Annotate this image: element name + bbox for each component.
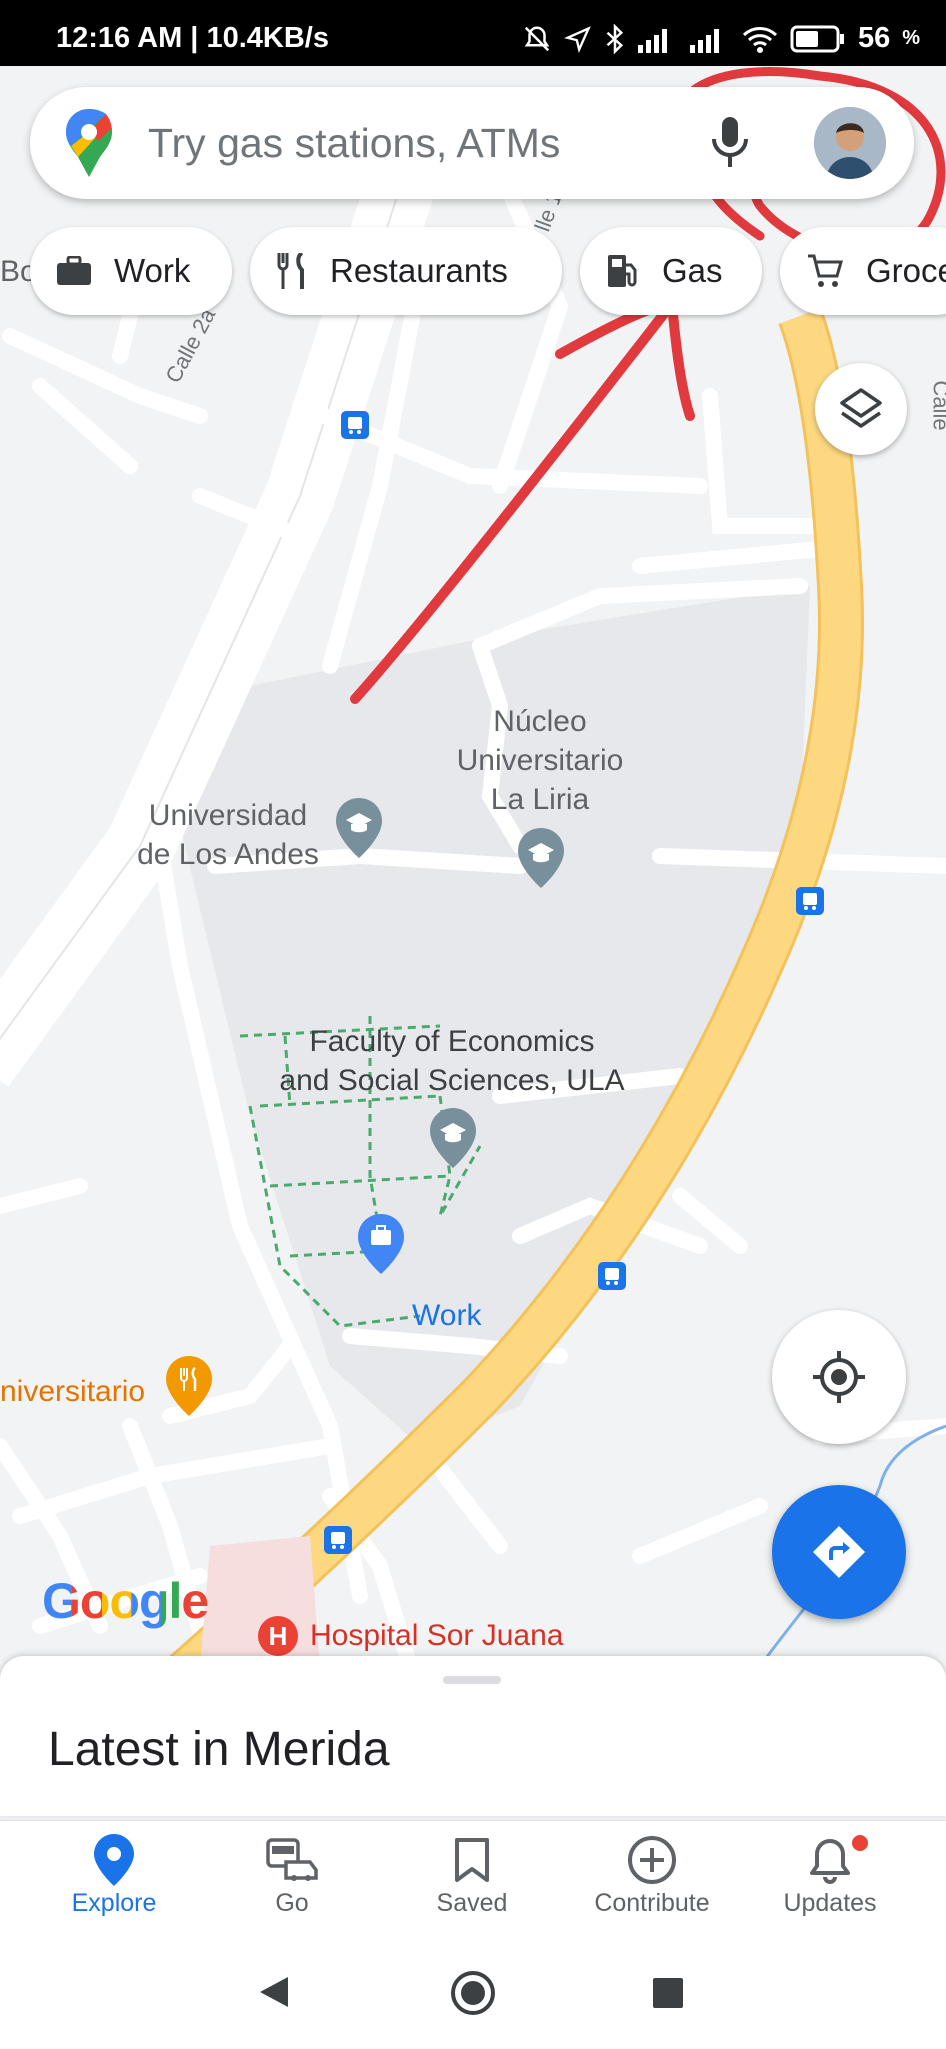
maps-logo-icon: [66, 109, 112, 177]
silent-bell-icon: [524, 25, 550, 51]
chip-work[interactable]: Work: [30, 227, 232, 315]
explore-pin-icon: [94, 1834, 134, 1886]
signal-icon-2: [689, 28, 719, 53]
bus-stop-icon[interactable]: [341, 411, 369, 439]
directions-button[interactable]: [772, 1485, 906, 1619]
briefcase-icon: [56, 256, 92, 286]
nav-explore[interactable]: Explore: [24, 1831, 204, 1918]
restaurant-pin-icon[interactable]: [166, 1356, 212, 1416]
bottom-navigation: Explore Go Saved Contribute Updates: [0, 1820, 946, 1937]
place-label-faculty[interactable]: Faculty of Economics and Social Sciences…: [262, 1022, 642, 1100]
search-bar[interactable]: Try gas stations, ATMs: [30, 87, 914, 199]
recents-icon[interactable]: [652, 1977, 684, 2009]
nav-label: Saved: [436, 1889, 508, 1917]
microphone-icon[interactable]: [710, 113, 750, 173]
nav-label: Contribute: [594, 1889, 710, 1917]
bus-stop-icon[interactable]: [796, 887, 824, 915]
place-label-nucleo[interactable]: Núcleo Universitario La Liria: [430, 702, 650, 819]
school-pin-icon[interactable]: [518, 828, 564, 888]
chip-label: Gas: [662, 252, 723, 289]
cart-icon: [806, 253, 844, 289]
sheet-title: Latest in Merida: [48, 1723, 390, 1776]
chip-gas[interactable]: Gas: [580, 227, 762, 315]
battery-level: 56: [857, 22, 891, 54]
battery-icon: [790, 25, 844, 52]
restaurant-icon: [276, 253, 308, 289]
chip-label: Groce: [866, 252, 946, 289]
google-logo: Google: [42, 1572, 209, 1630]
hospital-icon[interactable]: H: [256, 1614, 300, 1658]
wifi-icon: [742, 26, 777, 53]
status-bar: 12:16 AM | 10.4KB/s 56%: [0, 0, 946, 66]
bus-stop-icon[interactable]: [598, 1262, 626, 1290]
chip-label: Restaurants: [330, 252, 508, 289]
bus-stop-icon[interactable]: [324, 1526, 352, 1554]
add-circle-icon: [628, 1836, 676, 1884]
place-label-restaurant[interactable]: niversitario: [0, 1372, 145, 1411]
nav-saved[interactable]: Saved: [382, 1831, 562, 1918]
directions-icon: [813, 1526, 865, 1578]
my-location-button[interactable]: [772, 1310, 906, 1444]
bookmark-icon: [455, 1838, 489, 1882]
nav-go[interactable]: Go: [202, 1831, 382, 1918]
chip-label: Work: [114, 252, 191, 289]
category-chips: Work Restaurants Gas Groce: [0, 227, 946, 315]
sheet-drag-handle[interactable]: [443, 1676, 501, 1684]
account-avatar[interactable]: [814, 107, 886, 179]
chip-groceries[interactable]: Groce: [780, 227, 946, 315]
layers-button[interactable]: [815, 363, 907, 455]
back-icon[interactable]: [258, 1975, 290, 2009]
battery-unit: %: [902, 27, 920, 49]
school-pin-icon[interactable]: [430, 1108, 476, 1168]
place-label-hospital[interactable]: Hospital Sor Juana: [310, 1616, 563, 1655]
layers-icon: [840, 388, 882, 428]
nav-updates[interactable]: Updates: [740, 1831, 920, 1918]
nav-label: Explore: [71, 1889, 157, 1917]
latest-sheet[interactable]: Latest in Merida: [0, 1656, 946, 1816]
place-label-ula[interactable]: Universidad de Los Andes: [118, 796, 338, 874]
system-navigation: [0, 1937, 946, 2049]
commute-icon: [266, 1838, 318, 1881]
status-time: 12:16 AM | 10.4KB/s: [56, 22, 329, 54]
avatar-image: [814, 107, 886, 179]
notification-badge: [850, 1833, 870, 1853]
nav-label: Go: [275, 1889, 309, 1917]
signal-icon: [637, 28, 667, 53]
svg-text:H: H: [269, 1621, 288, 1651]
status-icons: 56%: [522, 22, 920, 55]
search-input[interactable]: Try gas stations, ATMs: [148, 120, 560, 167]
street-label-right: Calle: [928, 380, 946, 431]
home-icon[interactable]: [450, 1970, 496, 2016]
chip-restaurants[interactable]: Restaurants: [250, 227, 562, 315]
gas-station-icon: [606, 253, 640, 289]
location-arrow-icon: [563, 25, 591, 53]
place-label-work[interactable]: Work: [412, 1296, 481, 1335]
bell-icon: [810, 1839, 850, 1884]
school-pin-icon[interactable]: [336, 798, 382, 858]
bluetooth-icon: [606, 23, 623, 54]
nav-contribute[interactable]: Contribute: [562, 1831, 742, 1918]
nav-label: Updates: [783, 1889, 877, 1917]
crosshair-icon: [813, 1351, 865, 1403]
work-pin-icon[interactable]: [358, 1214, 404, 1274]
google-logo-text: Google: [42, 1573, 209, 1629]
